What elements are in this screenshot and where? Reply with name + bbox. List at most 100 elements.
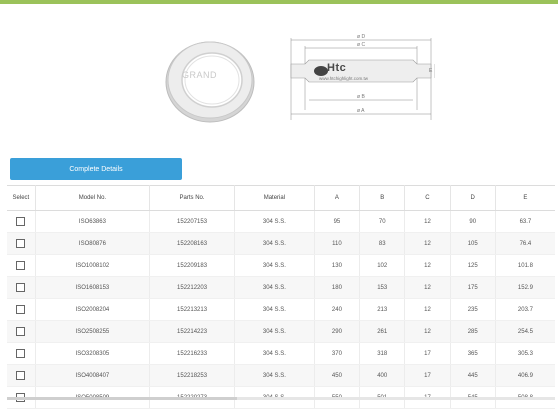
header-parts-no: Parts No. [149, 185, 235, 211]
parts-no-cell: 152214223 [149, 320, 235, 343]
parts-no-cell: 152208163 [149, 232, 235, 255]
table-header-row: Select Model No. Parts No. Material A B … [7, 185, 555, 211]
header-e: E [495, 185, 555, 211]
dim-label-a: ø A [357, 108, 365, 114]
row-select-checkbox[interactable] [16, 349, 26, 358]
material-cell: 304 S.S. [234, 276, 315, 299]
row-select-checkbox[interactable] [16, 327, 26, 336]
c-cell: 12 [404, 210, 451, 233]
c-cell: 12 [404, 254, 451, 277]
row-select-checkbox[interactable] [16, 239, 26, 248]
material-cell: 304 S.S. [234, 210, 315, 233]
model-no-cell: ISO1608153 [35, 276, 151, 299]
e-cell: 76.4 [495, 232, 555, 255]
a-cell: 130 [314, 254, 361, 277]
b-cell: 153 [359, 276, 406, 299]
b-cell: 318 [359, 342, 406, 365]
d-cell: 445 [450, 364, 496, 387]
e-cell: 254.5 [495, 320, 555, 343]
model-no-cell: ISO4008407 [35, 364, 151, 387]
c-cell: 12 [404, 276, 451, 299]
material-cell: 304 S.S. [234, 232, 315, 255]
material-cell: 304 S.S. [234, 254, 315, 277]
parts-no-cell: 152209183 [149, 254, 235, 277]
a-cell: 110 [314, 232, 361, 255]
b-cell: 70 [359, 210, 406, 233]
e-cell: 406.9 [495, 364, 555, 387]
d-cell: 105 [450, 232, 496, 255]
a-cell: 240 [314, 298, 361, 321]
seal-ring-illustration [165, 41, 255, 123]
row-select-checkbox[interactable] [16, 371, 26, 380]
a-cell: 95 [314, 210, 361, 233]
b-cell: 83 [359, 232, 406, 255]
table-row: ISO63863 152207153 304 S.S. 95 70 12 90 63.7 [7, 210, 555, 233]
parts-no-cell: 152212203 [149, 276, 235, 299]
image-watermark: GRAND [182, 70, 218, 80]
d-cell: 125 [450, 254, 496, 277]
c-cell: 17 [404, 342, 451, 365]
header-model-no: Model No. [35, 185, 151, 211]
d-cell: 235 [450, 298, 496, 321]
dim-label-e: E [429, 68, 433, 74]
e-cell: 63.7 [495, 210, 555, 233]
header-a: A [314, 185, 361, 211]
parts-no-cell: 152213213 [149, 298, 235, 321]
table-row: ISO3208305 152216233 304 S.S. 370 318 17 365 30… [7, 342, 555, 365]
material-cell: 304 S.S. [234, 320, 315, 343]
brand-logo: Htc [327, 62, 347, 74]
model-no-cell: ISO3208305 [35, 342, 151, 365]
header-select: Select [7, 185, 36, 211]
d-cell: 285 [450, 320, 496, 343]
model-no-cell: ISO2008204 [35, 298, 151, 321]
header-d: D [450, 185, 496, 211]
select-cell [7, 364, 36, 387]
row-select-checkbox[interactable] [16, 217, 26, 226]
select-cell [7, 342, 36, 365]
c-cell: 12 [404, 320, 451, 343]
parts-no-cell: 152216233 [149, 342, 235, 365]
header-b: B [359, 185, 406, 211]
row-select-checkbox[interactable] [16, 305, 26, 314]
select-cell [7, 210, 36, 233]
dim-label-d: ø D [357, 34, 366, 40]
header-c: C [404, 185, 451, 211]
product-image: GRAND [160, 36, 260, 126]
select-cell [7, 254, 36, 277]
parts-no-cell: 152207153 [149, 210, 235, 233]
select-cell [7, 232, 36, 255]
table-row: ISO2008204 152213213 304 S.S. 240 213 12 235 20… [7, 298, 555, 321]
technical-drawing: ø D ø C ø B ø A E Htc www.htchighlight.c… [287, 34, 436, 126]
a-cell: 450 [314, 364, 361, 387]
complete-details-button[interactable]: Complete Details [10, 158, 182, 180]
model-no-cell: ISO1008102 [35, 254, 151, 277]
table-row: ISO2508255 152214223 304 S.S. 290 261 12 285 25… [7, 320, 555, 343]
b-cell: 102 [359, 254, 406, 277]
material-cell: 304 S.S. [234, 342, 315, 365]
e-cell: 101.8 [495, 254, 555, 277]
material-cell: 304 S.S. [234, 364, 315, 387]
table-row: ISO4008407 152218253 304 S.S. 450 400 17 445 40… [7, 364, 555, 387]
dim-label-c: ø C [357, 42, 366, 48]
b-cell: 213 [359, 298, 406, 321]
b-cell: 261 [359, 320, 406, 343]
b-cell: 400 [359, 364, 406, 387]
table-row: ISO1608153 152212203 304 S.S. 180 153 12 175 15… [7, 276, 555, 299]
select-cell [7, 320, 36, 343]
d-cell: 90 [450, 210, 496, 233]
parts-no-cell: 152218253 [149, 364, 235, 387]
e-cell: 305.3 [495, 342, 555, 365]
specs-table: Select Model No. Parts No. Material A B … [7, 185, 555, 409]
table-row: ISO80876 152208163 304 S.S. 110 83 12 105 76.4 [7, 232, 555, 255]
d-cell: 175 [450, 276, 496, 299]
a-cell: 180 [314, 276, 361, 299]
top-accent-bar [0, 0, 558, 4]
brand-url: www.htchighlight.com.tw [319, 76, 369, 81]
c-cell: 12 [404, 232, 451, 255]
select-cell [7, 298, 36, 321]
select-cell [7, 276, 36, 299]
header-material: Material [234, 185, 315, 211]
table-row: ISO1008102 152209183 304 S.S. 130 102 12 125 10… [7, 254, 555, 277]
row-select-checkbox[interactable] [16, 283, 26, 292]
row-select-checkbox[interactable] [16, 261, 26, 270]
